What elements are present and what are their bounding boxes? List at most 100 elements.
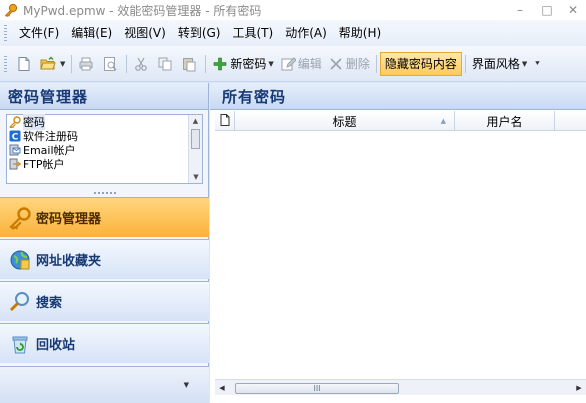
open-folder-icon <box>40 56 56 72</box>
toolbar-separator <box>375 54 377 73</box>
nav-label: 回收站 <box>36 338 76 353</box>
cut-button[interactable] <box>130 52 154 76</box>
new-password-label: 新密码 <box>230 57 267 71</box>
preview-button[interactable] <box>99 52 123 76</box>
edit-button[interactable]: 编辑 <box>277 52 325 76</box>
column-username[interactable]: 用户名 <box>455 111 555 131</box>
theme-dropdown-icon: ▼ <box>521 59 528 68</box>
copy-button[interactable] <box>154 52 178 76</box>
toolbar-separator <box>205 54 207 73</box>
nav-label: 密码管理器 <box>36 212 102 227</box>
column-title[interactable]: 标题 ▲ <box>235 111 455 131</box>
tree-item-ftp-accounts[interactable]: FTP帐户 <box>7 157 202 171</box>
delete-icon <box>328 56 344 72</box>
menu-view[interactable]: 视图(V) <box>118 20 172 46</box>
nav-recycle-bin[interactable]: 回收站 <box>0 323 209 363</box>
grid-header: 标题 ▲ 用户名 <box>215 111 586 131</box>
maximize-button[interactable]: □ <box>536 0 558 20</box>
toolbar-separator <box>126 54 128 73</box>
new-password-dropdown-icon[interactable]: ▼ <box>268 60 273 68</box>
chevron-down-icon[interactable]: ▼ <box>184 381 189 389</box>
key-icon <box>9 116 21 129</box>
hide-password-toggle[interactable]: 隐藏密码内容 <box>379 51 462 76</box>
nav-search[interactable]: 搜索 <box>0 281 209 321</box>
edit-icon <box>280 56 297 72</box>
column-extra[interactable] <box>555 111 586 131</box>
new-file-icon <box>16 56 32 72</box>
paste-button[interactable] <box>178 52 202 76</box>
open-file-button[interactable]: ▼ <box>37 52 68 76</box>
grid-scroll-thumb[interactable]: III <box>235 383 399 394</box>
menu-file[interactable]: 文件(F) <box>13 20 65 46</box>
email-icon <box>9 144 21 156</box>
column-username-label: 用户名 <box>486 114 523 129</box>
nav-password-manager[interactable]: 密码管理器 <box>0 197 209 237</box>
scroll-left-icon[interactable]: ◀ <box>215 380 229 396</box>
navigation-pane: 密码管理器 密码 C 软件注册码 Email帐户 FTP帐户 ▲ ▼ 密码管理器 <box>0 83 209 403</box>
nav-overflow-bar[interactable]: ▼ <box>0 366 209 403</box>
document-icon <box>220 113 230 129</box>
splitter-grip-icon <box>93 191 116 194</box>
theme-dropdown[interactable]: 界面风格 ▼ <box>469 52 530 76</box>
menubar-grip[interactable] <box>4 25 7 41</box>
scissors-icon <box>133 56 149 72</box>
navigation-pane-title: 密码管理器 <box>0 83 208 110</box>
grid-horizontal-scrollbar[interactable]: ◀ III ▶ <box>215 379 586 395</box>
svg-text:C: C <box>12 133 19 143</box>
search-icon <box>8 290 32 314</box>
close-button[interactable]: ✕ <box>562 0 584 20</box>
menu-action[interactable]: 动作(A) <box>279 20 333 46</box>
software-icon: C <box>9 130 21 143</box>
title-bar: MyPwd.epmw - 效能密码管理器 - 所有密码 – □ ✕ <box>0 0 586 20</box>
new-password-button[interactable]: 新密码 ▼ <box>209 52 276 76</box>
key-icon <box>8 206 32 230</box>
tree-item-label: FTP帐户 <box>23 158 65 171</box>
edit-label: 编辑 <box>297 57 322 71</box>
menu-bar: 文件(F) 编辑(E) 视图(V) 转到(G) 工具(T) 动作(A) 帮助(H… <box>0 20 586 46</box>
tree-item-software-keys[interactable]: C 软件注册码 <box>7 129 202 143</box>
menu-goto[interactable]: 转到(G) <box>172 20 227 46</box>
scroll-right-icon[interactable]: ▶ <box>572 380 586 396</box>
scroll-down-icon[interactable]: ▼ <box>189 171 203 183</box>
tree-vertical-scrollbar[interactable]: ▲ ▼ <box>188 115 202 183</box>
new-file-button[interactable] <box>13 52 37 76</box>
nav-bookmarks[interactable]: 网址收藏夹 <box>0 239 209 279</box>
menu-edit[interactable]: 编辑(E) <box>65 20 118 46</box>
theme-label: 界面风格 <box>471 57 520 71</box>
paste-icon <box>181 56 197 72</box>
recycle-icon <box>8 332 32 356</box>
delete-label: 删除 <box>345 57 370 71</box>
app-key-icon <box>4 3 18 18</box>
toolbar-separator <box>71 54 73 73</box>
globe-icon <box>8 248 32 272</box>
toolbar-overflow-icon[interactable]: ⯆ <box>534 59 540 69</box>
print-button[interactable] <box>75 52 99 76</box>
tree-scroll-thumb[interactable] <box>191 129 200 149</box>
copy-icon <box>157 56 173 72</box>
pane-splitter[interactable] <box>0 188 209 197</box>
preview-icon <box>102 56 118 72</box>
category-tree[interactable]: 密码 C 软件注册码 Email帐户 FTP帐户 ▲ ▼ <box>6 114 203 184</box>
minimize-button[interactable]: – <box>509 0 531 20</box>
open-dropdown-icon[interactable]: ▼ <box>60 60 65 68</box>
nav-label: 网址收藏夹 <box>36 254 102 269</box>
delete-button[interactable]: 删除 <box>325 52 373 76</box>
toolbar-separator <box>464 54 466 73</box>
sort-ascending-icon: ▲ <box>440 117 446 125</box>
toolbar: ▼ 新密码 ▼ 编辑 删除 隐藏密码内容 界面风格 ▼ ⯆ <box>0 46 586 82</box>
tree-item-passwords[interactable]: 密码 <box>7 114 202 130</box>
tree-item-email-accounts[interactable]: Email帐户 <box>7 143 202 157</box>
content-title: 所有密码 <box>210 83 586 110</box>
ftp-icon <box>9 158 22 170</box>
nav-label: 搜索 <box>36 296 63 311</box>
print-icon <box>78 56 94 72</box>
window-title: MyPwd.epmw - 效能密码管理器 - 所有密码 <box>23 3 262 18</box>
scroll-up-icon[interactable]: ▲ <box>189 115 202 127</box>
content-pane: 所有密码 标题 ▲ 用户名 ◀ III ▶ <box>210 83 586 403</box>
column-title-label: 标题 <box>332 114 357 129</box>
column-attachment[interactable] <box>215 111 235 131</box>
plus-icon <box>212 56 228 72</box>
menu-help[interactable]: 帮助(H) <box>333 20 387 46</box>
menu-tools[interactable]: 工具(T) <box>226 20 279 46</box>
toolbar-grip[interactable] <box>4 55 7 72</box>
